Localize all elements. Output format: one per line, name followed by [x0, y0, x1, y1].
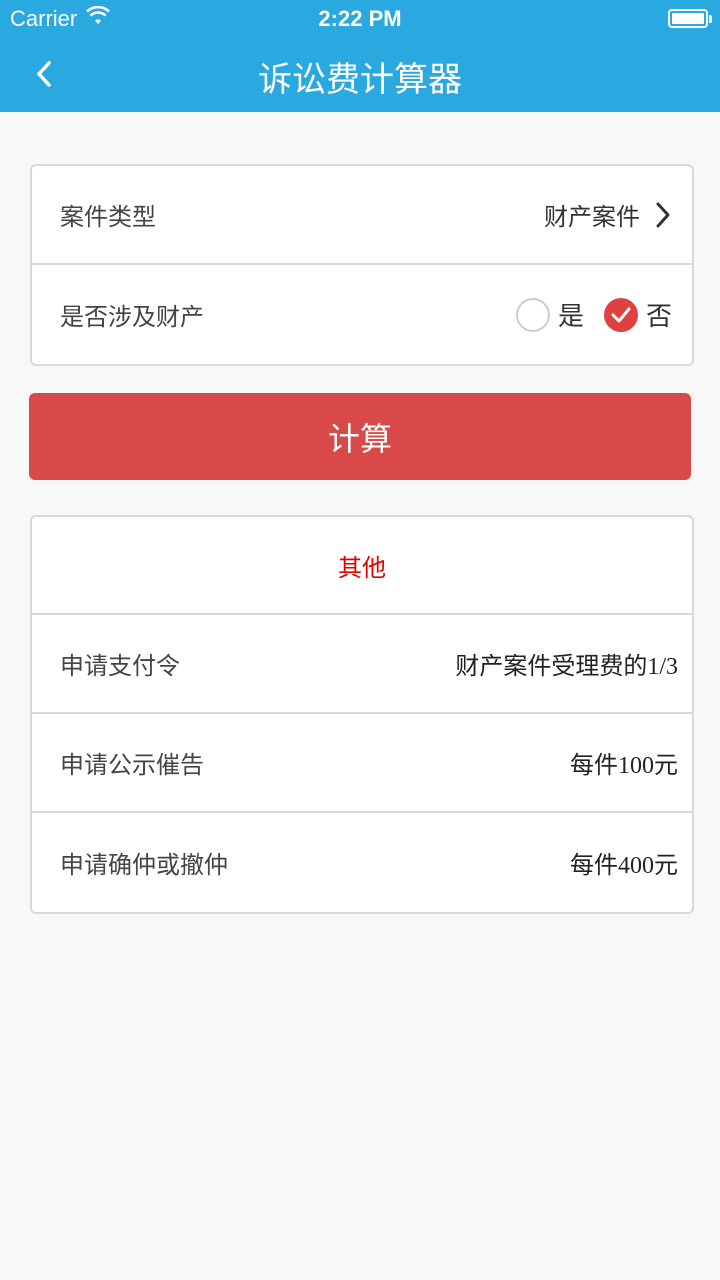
- results-card: 其他 申请支付令 财产案件受理费的1/3 申请公示催告 每件100元 申请确仲或…: [30, 515, 694, 914]
- case-type-value: 财产案件: [544, 203, 640, 231]
- fee-row: 申请公示催告 每件100元: [32, 714, 692, 813]
- top-bar: Carrier 2:22 PM 诉讼费计算器: [0, 0, 720, 112]
- property-row: 是否涉及财产 是 否: [32, 265, 692, 364]
- radio-yes-label: 是: [557, 302, 584, 332]
- radio-no-label: 否: [645, 302, 672, 332]
- radio-checked-icon: [603, 297, 638, 332]
- navigation-bar: 诉讼费计算器: [0, 40, 720, 112]
- fee-label: 申请支付令: [60, 652, 180, 680]
- fee-label: 申请公示催告: [60, 751, 204, 779]
- fee-value: 每件100元: [570, 753, 678, 779]
- results-header: 其他: [32, 517, 692, 615]
- page-title: 诉讼费计算器: [258, 60, 462, 100]
- input-card: 案件类型 财产案件 是否涉及财产 是 否: [30, 164, 694, 366]
- radio-yes[interactable]: 是: [515, 296, 584, 333]
- battery-icon: [668, 9, 712, 28]
- fee-row: 申请支付令 财产案件受理费的1/3: [32, 615, 692, 714]
- case-type-row[interactable]: 案件类型 财产案件: [32, 166, 692, 265]
- calculate-button[interactable]: 计算: [29, 393, 691, 480]
- fee-label: 申请确仲或撤仲: [60, 851, 228, 879]
- case-type-label: 案件类型: [60, 203, 156, 231]
- fee-value: 财产案件受理费的1/3: [455, 654, 678, 680]
- property-radio-group: 是 否: [515, 296, 672, 333]
- property-label: 是否涉及财产: [60, 303, 204, 331]
- fee-value: 每件400元: [570, 853, 678, 879]
- chevron-right-icon: [654, 200, 672, 230]
- status-time: 2:22 PM: [318, 6, 402, 31]
- fee-row: 申请确仲或撤仲 每件400元: [32, 813, 692, 912]
- radio-no[interactable]: 否: [603, 296, 672, 333]
- status-bar: Carrier 2:22 PM: [0, 0, 720, 40]
- radio-unchecked-icon: [515, 297, 550, 332]
